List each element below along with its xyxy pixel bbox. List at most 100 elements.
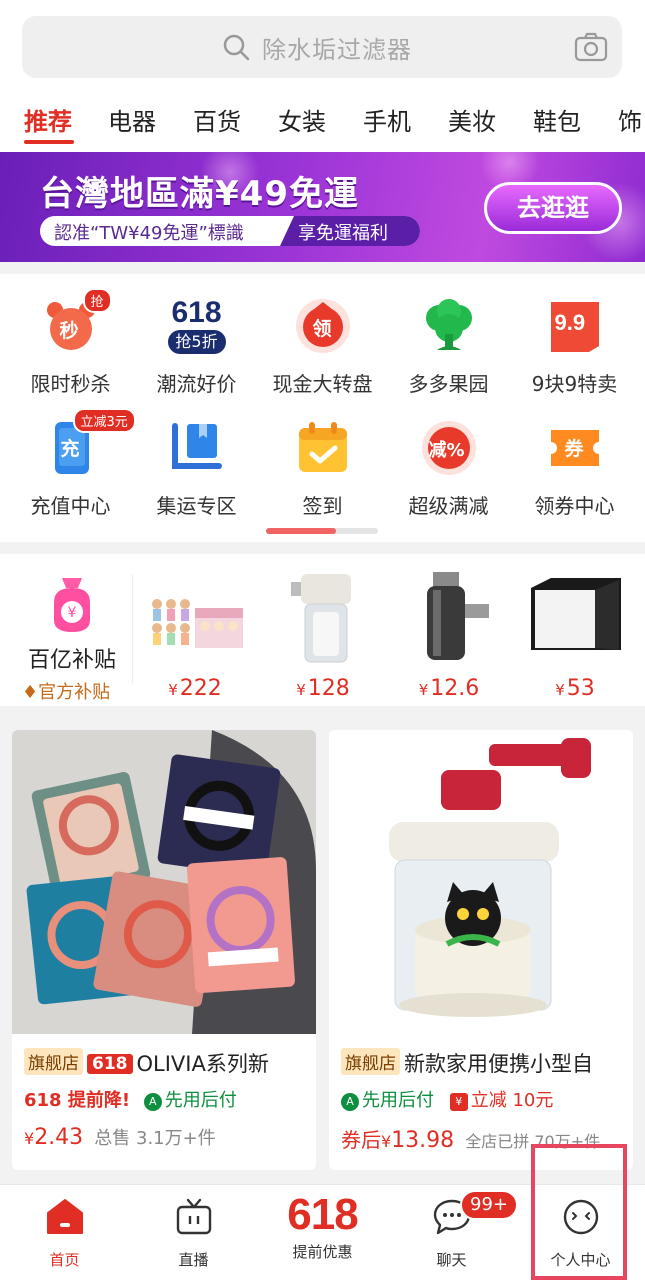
tv-icon: [176, 1198, 211, 1235]
price-value: 128: [307, 676, 350, 701]
flagship-tag: 旗舰店: [341, 1048, 400, 1075]
icon-sub-glyph: 抢5折: [167, 330, 226, 354]
subsidy-item[interactable]: ¥128: [268, 568, 378, 701]
red-envelope-icon: 领: [295, 298, 351, 354]
price-line: ¥2.43 总售 3.1万+件: [24, 1124, 216, 1150]
product-image: [12, 730, 316, 1034]
618-logo: 618: [287, 1190, 358, 1239]
shortcut-label: 集运专区: [156, 494, 237, 518]
figurine-set-icon: [145, 568, 245, 668]
tree-icon: [421, 298, 477, 354]
subsidy-section[interactable]: ¥ 百亿补贴 ♦官方补贴 ¥222 ¥128 ¥12.6 ¥53: [0, 554, 645, 706]
shortcut-label: 充值中心: [30, 494, 111, 518]
water-filter-icon: [273, 568, 373, 668]
shortcut-label: 签到: [302, 494, 343, 518]
price-prefix: 券后: [341, 1128, 381, 1152]
tab-phones[interactable]: 手机: [363, 102, 411, 137]
shortcut-cash-wheel[interactable]: 领 现金大转盘: [258, 298, 387, 397]
subsidy-item[interactable]: ¥12.6: [394, 568, 504, 701]
banner-pill-text: 認准“TW¥49免運”標識: [54, 223, 244, 244]
tag-9-9-icon: 9.9: [547, 298, 603, 354]
page-indicator-fill: [266, 528, 336, 534]
pay-later-text: 先用后付: [164, 1090, 237, 1111]
banner-go-button[interactable]: 去逛逛: [484, 182, 622, 234]
icon-glyph: 9.9: [554, 310, 586, 335]
diamond-icon: ♦: [22, 682, 39, 703]
icon-glyph: 充: [60, 438, 80, 460]
tab-live[interactable]: 直播: [129, 1197, 258, 1270]
subsidy-title: 百亿补贴: [28, 648, 117, 673]
shortcut-label: 超级满减: [408, 494, 489, 518]
subsidy-item[interactable]: ¥53: [520, 568, 630, 701]
grab-badge: 抢: [82, 288, 112, 313]
active-tab-indicator: [24, 140, 74, 144]
shortcut-coupon-center[interactable]: 券 领券中心: [510, 420, 639, 519]
tab-accessories[interactable]: 饰: [618, 102, 642, 137]
faucet-filter-icon: [399, 568, 499, 668]
tab-label: 聊天: [436, 1251, 467, 1269]
product-title: 旗舰店 新款家用便携小型自: [341, 1048, 631, 1078]
shortcut-label: 多多果园: [408, 372, 489, 396]
product-title-text: OLIVIA系列新: [136, 1052, 269, 1076]
flagship-tag: 旗舰店: [24, 1048, 83, 1075]
shortcut-recharge[interactable]: 充 立减3元 充值中心: [6, 408, 136, 519]
tab-618-deals[interactable]: 618 提前优惠: [258, 1193, 387, 1262]
promo-line: A 先用后付 ¥ 立减 10元: [341, 1086, 553, 1112]
home-icon: [46, 1199, 83, 1234]
svg-text:¥: ¥: [68, 605, 77, 621]
tab-label: 首页: [49, 1251, 80, 1269]
subsidy-price: ¥12.6: [418, 676, 480, 701]
tab-home[interactable]: 首页: [0, 1197, 129, 1270]
pay-later-icon: A: [341, 1093, 359, 1111]
sold-count: 总售 3.1万+件: [94, 1128, 216, 1149]
category-tabs: 推荐 电器 百货 女装 手机 美妆 鞋包 饰: [0, 92, 645, 152]
promo-line: 618 提前降! A 先用后付: [24, 1086, 237, 1112]
tab-beauty[interactable]: 美妆: [448, 102, 496, 137]
tab-shoes-bags[interactable]: 鞋包: [533, 102, 581, 137]
discount-badge: 立减3元: [72, 408, 136, 433]
banner-pill-benefit: 享免運福利: [280, 216, 420, 246]
promo-banner[interactable]: 台灣地區滿¥49免運 認准“TW¥49免運”標識 享免運福利 去逛逛: [0, 152, 645, 262]
calendar-check-icon: [295, 420, 351, 476]
coupon-icon: 券: [547, 420, 603, 476]
shortcut-label: 限时秒杀: [30, 372, 111, 396]
price-value: 13.98: [391, 1128, 455, 1153]
shortcut-super-discount[interactable]: 减% 超级满减: [384, 420, 513, 519]
product-card[interactable]: 旗舰店 618 OLIVIA系列新 618 提前降! A 先用后付 ¥2.43 总售 …: [12, 730, 316, 1170]
tab-recommend[interactable]: 推荐: [24, 102, 72, 137]
search-header: 除水垢过滤器: [0, 0, 645, 92]
tab-appliances[interactable]: 电器: [108, 102, 156, 137]
618-tag: 618: [87, 1054, 133, 1074]
subsidy-subtitle: ♦官方补贴: [22, 678, 110, 704]
page-indicator: [266, 528, 378, 534]
phone-recharge-icon: 充 立减3元: [43, 408, 136, 476]
tab-womens-wear[interactable]: 女装: [278, 102, 326, 137]
search-input[interactable]: 除水垢过滤器: [22, 16, 622, 78]
subsidy-price: ¥128: [296, 676, 350, 701]
shortcut-flash-sale[interactable]: 秒 抢 限时秒杀: [6, 288, 135, 397]
shipping-icon: [169, 420, 225, 476]
price-value: 12.6: [430, 676, 480, 701]
tab-label: 直播: [178, 1251, 209, 1269]
subsidy-subtitle-text: 官方补贴: [38, 682, 111, 703]
tab-label: 提前优惠: [292, 1243, 353, 1261]
shortcut-consolidated-shipping[interactable]: 集运专区: [132, 420, 261, 519]
icon-glyph: 618: [171, 296, 222, 329]
shortcut-trend-deals[interactable]: 618 抢5折 潮流好价: [132, 298, 261, 397]
icon-glyph: 秒: [59, 320, 79, 342]
product-card[interactable]: 旗舰店 新款家用便携小型自 A 先用后付 ¥ 立减 10元 券后¥13.98 全店已拼…: [329, 730, 633, 1170]
shortcut-label: 潮流好价: [156, 372, 237, 396]
search-icon: [223, 34, 250, 61]
banner-pill: 認准“TW¥49免運”標識 享免運福利: [40, 216, 420, 246]
tab-general-goods[interactable]: 百货: [193, 102, 241, 137]
shortcut-grid: 秒 抢 限时秒杀 618 抢5折 潮流好价 领 现金大转盘 多多果园 9.9 9…: [0, 274, 645, 542]
shortcut-label: 领券中心: [534, 494, 615, 518]
shortcut-check-in[interactable]: 签到: [258, 420, 387, 519]
shortcut-9-9-sale[interactable]: 9.9 9块9特卖: [510, 298, 639, 397]
subsidy-item[interactable]: ¥222: [140, 568, 250, 701]
camera-icon[interactable]: [574, 32, 608, 62]
shortcut-label: 现金大转盘: [272, 372, 373, 396]
shortcut-orchard[interactable]: 多多果园: [384, 298, 513, 397]
price-value: 222: [179, 676, 222, 701]
early-drop-text: 618 提前降!: [24, 1090, 131, 1111]
